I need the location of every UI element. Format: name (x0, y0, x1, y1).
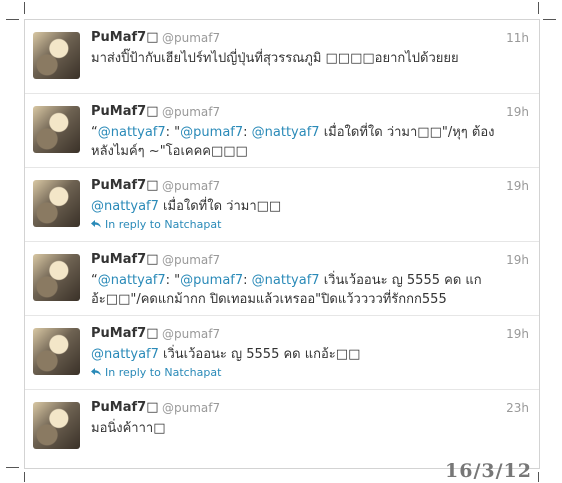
user-name[interactable]: PuMaf7□ (91, 400, 158, 415)
tweet-timestamp[interactable]: 19h (506, 327, 529, 341)
tweet-text-segment: มอนิ่งค้าาา□ (91, 421, 166, 436)
tweet-text-segment: : " (165, 125, 181, 140)
tweet-text-segment: : " (165, 273, 181, 288)
in-reply-to-label[interactable]: In reply to Natchapat (105, 366, 221, 379)
in-reply-to-label[interactable]: In reply to Natchapat (105, 218, 221, 231)
tweet-timestamp[interactable]: 19h (506, 179, 529, 193)
tweet-text-segment: “ (91, 125, 98, 140)
tweet-text-segment: : (243, 273, 252, 288)
avatar[interactable] (33, 180, 80, 227)
avatar[interactable] (33, 328, 80, 375)
tweet-timestamp[interactable]: 11h (506, 31, 529, 45)
mention-link[interactable]: @pumaf7 (180, 125, 243, 140)
tweet-text: @nattyaf7 เมื่อใดที่ใด ว่ามา□□ (91, 197, 511, 216)
crop-mark (538, 472, 539, 482)
tweet-text-segment: มาส่งปิ๊ป้ากับเฮียไปร์ทไปญี่ปุ่นที่สุวรร… (91, 51, 459, 66)
tweet-timestamp[interactable]: 23h (506, 401, 529, 415)
tweet-item[interactable]: PuMaf7□ @pumaf7 19h @nattyaf7 เวิ่นเว้ออนะ … (25, 316, 539, 390)
tweet-item[interactable]: PuMaf7□ @pumaf7 23h มอนิ่งค้าาา□ (25, 390, 539, 464)
tweet-text: มาส่งปิ๊ป้ากับเฮียไปร์ทไปญี่ปุ่นที่สุวรร… (91, 49, 511, 68)
reply-arrow-icon (91, 366, 101, 379)
reply-arrow-icon (91, 218, 101, 231)
tweet-text-segment: เวิ่นเว้ออนะ ญ 5555 คด แกอ้ะ□□ (158, 347, 361, 362)
in-reply-to-link[interactable]: In reply to Natchapat (91, 218, 221, 231)
tweet-text: “@nattyaf7: "@pumaf7: @nattyaf7 เมื่อใดท… (91, 123, 511, 161)
crop-mark (24, 2, 25, 14)
avatar[interactable] (33, 402, 80, 449)
user-name[interactable]: PuMaf7□ (91, 104, 158, 119)
mention-link[interactable]: @nattyaf7 (252, 125, 320, 140)
crop-mark (538, 2, 539, 14)
tweet-text: มอนิ่งค้าาา□ (91, 419, 511, 438)
tweet-item[interactable]: PuMaf7□ @pumaf7 19h “@nattyaf7: "@pumaf7: @… (25, 242, 539, 316)
crop-mark (6, 19, 19, 20)
tweet-text: @nattyaf7 เวิ่นเว้ออนะ ญ 5555 คด แกอ้ะ□□ (91, 345, 511, 364)
tweet-timestamp[interactable]: 19h (506, 253, 529, 267)
user-handle[interactable]: @pumaf7 (162, 253, 220, 267)
mention-link[interactable]: @nattyaf7 (98, 125, 166, 140)
date-stamp: 16/3/12 (445, 460, 532, 482)
user-handle[interactable]: @pumaf7 (162, 401, 220, 415)
crop-mark (6, 467, 19, 468)
user-name[interactable]: PuMaf7□ (91, 30, 158, 45)
tweet-text-segment: เมื่อใดที่ใด ว่ามา□□ (158, 199, 282, 214)
user-name[interactable]: PuMaf7□ (91, 252, 158, 267)
user-handle[interactable]: @pumaf7 (162, 179, 220, 193)
mention-link[interactable]: @nattyaf7 (91, 199, 159, 214)
crop-mark (24, 472, 25, 482)
tweet-text-segment: : (243, 125, 252, 140)
avatar[interactable] (33, 254, 80, 301)
user-name[interactable]: PuMaf7□ (91, 178, 158, 193)
avatar[interactable] (33, 32, 80, 79)
tweet-item[interactable]: PuMaf7□ @pumaf7 19h @nattyaf7 เมื่อใดที่ใด … (25, 168, 539, 242)
tweet-timestamp[interactable]: 19h (506, 105, 529, 119)
user-name[interactable]: PuMaf7□ (91, 326, 158, 341)
in-reply-to-link[interactable]: In reply to Natchapat (91, 366, 221, 379)
tweet-text-segment: “ (91, 273, 98, 288)
user-handle[interactable]: @pumaf7 (162, 327, 220, 341)
mention-link[interactable]: @nattyaf7 (98, 273, 166, 288)
user-handle[interactable]: @pumaf7 (162, 105, 220, 119)
tweet-item[interactable]: PuMaf7□ @pumaf7 19h “@nattyaf7: "@pumaf7: @… (25, 94, 539, 168)
user-handle[interactable]: @pumaf7 (162, 31, 220, 45)
tweet-timeline: PuMaf7□ @pumaf7 11h มาส่งปิ๊ป้ากับเฮียไปร์ท… (24, 19, 540, 469)
mention-link[interactable]: @nattyaf7 (252, 273, 320, 288)
tweet-text: “@nattyaf7: "@pumaf7: @nattyaf7 เวิ่นเว้… (91, 271, 511, 309)
crop-mark (543, 19, 556, 20)
tweet-item[interactable]: PuMaf7□ @pumaf7 11h มาส่งปิ๊ป้ากับเฮียไปร์ท… (25, 20, 539, 94)
avatar[interactable] (33, 106, 80, 153)
mention-link[interactable]: @pumaf7 (180, 273, 243, 288)
mention-link[interactable]: @nattyaf7 (91, 347, 159, 362)
